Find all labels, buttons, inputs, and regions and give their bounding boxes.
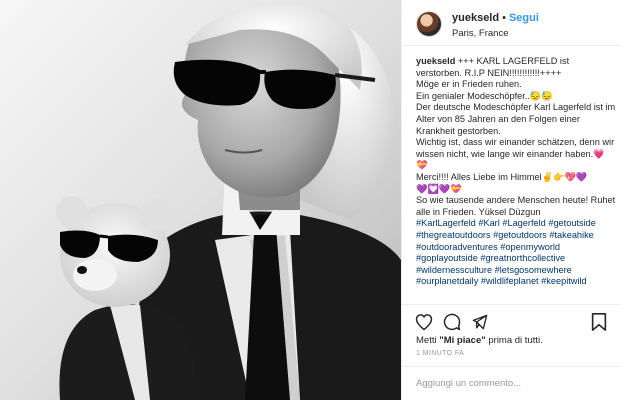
hashtag-link[interactable]: #wildernessculture: [416, 265, 492, 275]
caption-line: Ein genialer Modeschöpfer..😓😓: [416, 90, 553, 101]
username-link[interactable]: yuekseld: [452, 12, 499, 24]
post-photo[interactable]: [0, 0, 401, 400]
user-line: yuekseld • Segui: [452, 12, 539, 24]
hashtag-link[interactable]: #Lagerfeld: [502, 218, 545, 228]
caption-line: Wichtig ist, dass wir einander schätzen,…: [416, 137, 615, 171]
hashtag-link[interactable]: #getoutside: [548, 218, 596, 228]
hashtag-link[interactable]: #keepitwild: [541, 276, 586, 286]
likes-suffix: prima di tutti.: [488, 335, 543, 346]
hashtag-link[interactable]: #wildlifeplanet: [481, 276, 539, 286]
avatar[interactable]: [416, 11, 442, 37]
post-header: yuekseld • Segui Paris, France: [402, 0, 621, 46]
likes-prefix: Metti: [416, 335, 437, 346]
comment-bar: [402, 366, 621, 400]
caption-username[interactable]: yuekseld: [416, 56, 455, 66]
hashtag-link[interactable]: #greatnorthcollective: [480, 253, 565, 263]
caption-line: So wie tausende andere Menschen heute! R…: [416, 195, 616, 217]
hashtag-link[interactable]: #takeahike: [549, 230, 593, 240]
post-side-panel: yuekseld • Segui Paris, France yuekseld ++…: [401, 0, 621, 400]
hashtag-link[interactable]: #ourplanetdaily: [416, 276, 478, 286]
like-link[interactable]: "Mi piace": [439, 335, 486, 346]
post-caption: yuekseld +++ KARL LAGERFELD ist verstorb…: [416, 56, 616, 304]
comment-input[interactable]: [416, 375, 606, 391]
post-timestamp: 1 MINUTO FA: [416, 350, 465, 357]
hashtag-link[interactable]: #Karl: [478, 218, 499, 228]
hashtag-link[interactable]: #getoutdoors: [493, 230, 547, 240]
caption-line: Der deutsche Modeschöpfer Karl Lagerfeld…: [416, 102, 616, 136]
post-actions: [402, 304, 621, 336]
hashtag-link[interactable]: #letsgosomewhere: [495, 265, 572, 275]
caption-line: Merci!!!! Alles Liebe im Himmel✌️👉💖💜: [416, 171, 588, 182]
instagram-post: yuekseld • Segui Paris, France yuekseld ++…: [0, 0, 621, 400]
post-photo-image: [0, 0, 401, 400]
hashtag-link[interactable]: #thegreatoutdoors: [416, 230, 491, 240]
heart-icon[interactable]: [414, 312, 434, 332]
caption-line: 💜💟💜💝: [416, 183, 462, 194]
hashtag-link[interactable]: #outdooradventures: [416, 242, 498, 252]
separator-dot: •: [502, 12, 506, 24]
hashtag-link[interactable]: #KarlLagerfeld: [416, 218, 476, 228]
hashtag-list: #KarlLagerfeld #Karl #Lagerfeld #getouts…: [416, 218, 616, 288]
follow-button[interactable]: Segui: [509, 12, 539, 24]
bookmark-icon[interactable]: [590, 312, 608, 332]
location-link[interactable]: Paris, France: [452, 28, 509, 39]
hashtag-link[interactable]: #openmyworld: [500, 242, 560, 252]
hashtag-link[interactable]: #goplayoutside: [416, 253, 478, 263]
share-icon[interactable]: [470, 312, 490, 332]
likes-prompt: Metti "Mi piace" prima di tutti.: [416, 335, 543, 346]
comment-icon[interactable]: [442, 312, 462, 332]
caption-line: Möge er in Frieden ruhen.: [416, 79, 522, 90]
